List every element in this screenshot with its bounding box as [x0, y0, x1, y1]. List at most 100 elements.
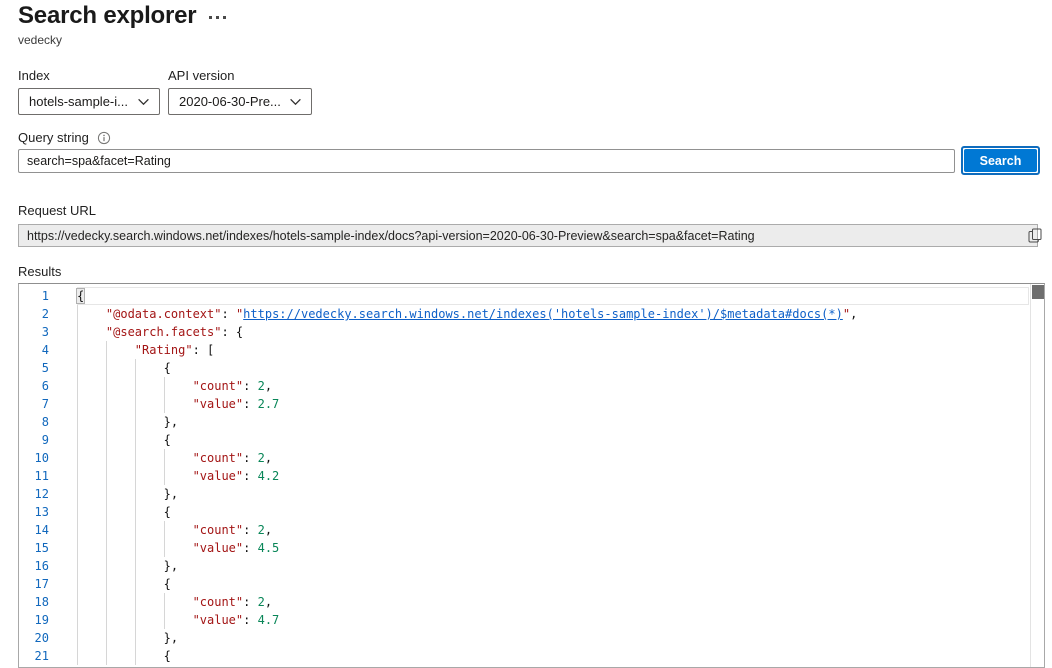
results-editor[interactable]: 1{2 "@odata.context": "https://vedecky.s… — [18, 283, 1045, 668]
code-line: 2 "@odata.context": "https://vedecky.sea… — [19, 305, 1044, 323]
code-content: { — [77, 575, 1029, 593]
line-number: 13 — [19, 503, 77, 521]
indent-guide — [164, 593, 193, 611]
indent-guide — [106, 629, 135, 647]
code-line: 7 "value": 2.7 — [19, 395, 1044, 413]
code-content: { — [77, 503, 1029, 521]
code-token-str: " — [843, 307, 850, 321]
index-dropdown-value: hotels-sample-i... — [29, 94, 128, 109]
line-number: 20 — [19, 629, 77, 647]
resource-name: vedecky — [18, 33, 62, 47]
indent-guide — [77, 647, 106, 665]
indent-guide — [77, 611, 106, 629]
more-options-icon[interactable] — [209, 16, 226, 19]
query-string-label: Query string — [18, 130, 89, 145]
info-icon[interactable] — [97, 131, 111, 145]
indent-guide — [77, 431, 106, 449]
results-label: Results — [18, 264, 61, 279]
code-token-key: "count" — [193, 595, 244, 609]
code-token-punc: }, — [164, 631, 178, 645]
code-token-num: 4.5 — [258, 541, 280, 555]
line-number: 15 — [19, 539, 77, 557]
indent-guide — [106, 503, 135, 521]
indent-guide — [77, 395, 106, 413]
api-version-dropdown-value: 2020-06-30-Pre... — [179, 94, 281, 109]
chevron-down-icon — [137, 95, 150, 108]
code-token-punc: : — [243, 541, 257, 555]
code-token-key: "@search.facets" — [106, 325, 222, 339]
indent-guide — [164, 395, 193, 413]
code-content: "@odata.context": "https://vedecky.searc… — [77, 305, 1029, 323]
code-token-punc: { — [164, 505, 171, 519]
indent-guide — [106, 341, 135, 359]
line-number: 16 — [19, 557, 77, 575]
indent-guide — [77, 593, 106, 611]
indent-guide — [106, 467, 135, 485]
code-line: 5 { — [19, 359, 1044, 377]
code-token-punc: , — [265, 523, 272, 537]
code-token-punc: : — [243, 451, 257, 465]
code-token-link: https://vedecky.search.windows.net/index… — [243, 307, 843, 321]
code-content: }, — [77, 557, 1029, 575]
line-number: 9 — [19, 431, 77, 449]
indent-guide — [135, 629, 164, 647]
indent-guide — [106, 593, 135, 611]
code-token-num: 2 — [258, 595, 265, 609]
scrollbar-thumb[interactable] — [1032, 285, 1044, 299]
indent-guide — [77, 629, 106, 647]
line-number: 14 — [19, 521, 77, 539]
indent-guide — [77, 521, 106, 539]
indent-guide — [106, 575, 135, 593]
indent-guide — [135, 647, 164, 665]
indent-guide — [135, 395, 164, 413]
code-line: 1{ — [19, 287, 1044, 305]
line-number: 7 — [19, 395, 77, 413]
line-number: 1 — [19, 287, 77, 305]
indent-guide — [77, 557, 106, 575]
indent-guide — [135, 593, 164, 611]
indent-guide — [135, 485, 164, 503]
line-number: 5 — [19, 359, 77, 377]
code-token-punc: , — [265, 379, 272, 393]
code-token-punc: { — [164, 649, 171, 663]
indent-guide — [77, 467, 106, 485]
indent-guide — [77, 359, 106, 377]
results-code: 1{2 "@odata.context": "https://vedecky.s… — [19, 284, 1044, 665]
code-line: 20 }, — [19, 629, 1044, 647]
index-dropdown[interactable]: hotels-sample-i... — [18, 88, 160, 115]
code-token-key: "count" — [193, 379, 244, 393]
query-string-input[interactable] — [18, 149, 955, 173]
indent-guide — [135, 449, 164, 467]
code-line: 21 { — [19, 647, 1044, 665]
code-content: "value": 4.2 — [77, 467, 1029, 485]
code-token-key: "value" — [193, 469, 244, 483]
code-token-punc: : — [243, 379, 257, 393]
code-token-num: 4.7 — [258, 613, 280, 627]
api-version-dropdown[interactable]: 2020-06-30-Pre... — [168, 88, 312, 115]
line-number: 6 — [19, 377, 77, 395]
code-line: 13 { — [19, 503, 1044, 521]
line-number: 3 — [19, 323, 77, 341]
search-explorer-page: Search explorer vedecky Index API versio… — [0, 0, 1052, 668]
code-content: }, — [77, 629, 1029, 647]
line-number: 11 — [19, 467, 77, 485]
indent-guide — [135, 539, 164, 557]
search-button[interactable]: Search — [964, 149, 1037, 172]
code-token-punc: : — [243, 595, 257, 609]
code-content: }, — [77, 413, 1029, 431]
editor-scrollbar[interactable] — [1030, 284, 1044, 667]
indent-guide — [164, 377, 193, 395]
code-line: 14 "count": 2, — [19, 521, 1044, 539]
copy-icon[interactable] — [1028, 228, 1042, 243]
code-token-punc: : — [243, 397, 257, 411]
line-number: 2 — [19, 305, 77, 323]
indent-guide — [164, 449, 193, 467]
line-number: 18 — [19, 593, 77, 611]
indent-guide — [106, 449, 135, 467]
code-content: "value": 2.7 — [77, 395, 1029, 413]
indent-guide — [77, 377, 106, 395]
indent-guide — [106, 521, 135, 539]
code-token-punc: : [ — [193, 343, 215, 357]
code-content: "count": 2, — [77, 593, 1029, 611]
code-token-punc: : — [243, 613, 257, 627]
